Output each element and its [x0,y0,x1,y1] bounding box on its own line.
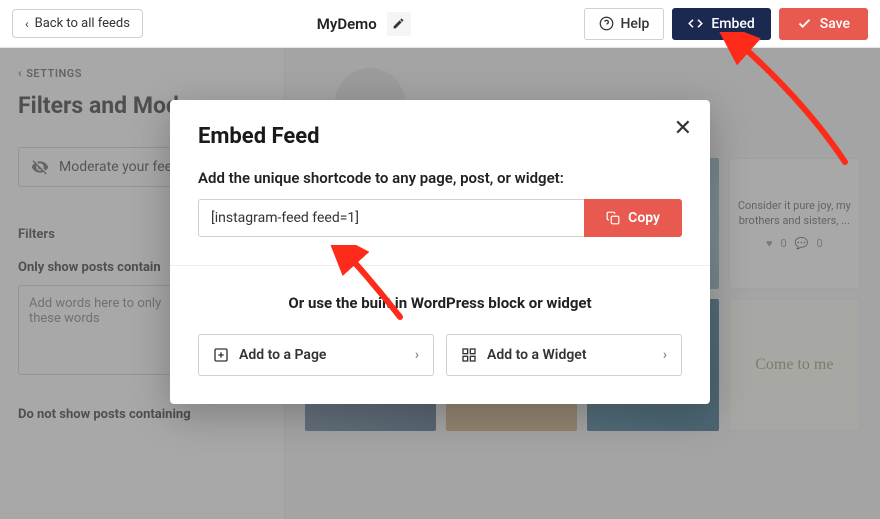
copy-button[interactable]: Copy [584,199,682,237]
page-plus-icon [213,347,229,363]
top-bar: ‹ Back to all feeds MyDemo Help Embed Sa… [0,0,880,48]
modal-subtitle: Add the unique shortcode to any page, po… [198,169,682,187]
chevron-left-icon: ‹ [25,17,29,31]
add-page-label: Add to a Page [239,347,326,363]
shortcode-row: Copy [198,199,682,237]
chevron-right-icon: › [415,347,419,363]
edit-title-button[interactable] [387,12,411,36]
modal-close-button[interactable]: ✕ [674,116,692,141]
embed-modal: ✕ Embed Feed Add the unique shortcode to… [170,100,710,404]
save-label: Save [820,16,850,32]
embed-label: Embed [711,16,754,32]
modal-or-text: Or use the built in WordPress block or w… [198,294,682,312]
back-label: Back to all feeds [35,16,130,31]
shortcode-input[interactable] [198,199,584,237]
top-actions: Help Embed Save [584,8,868,40]
copy-label: Copy [628,210,660,226]
help-button[interactable]: Help [584,8,664,40]
feed-title-wrap: MyDemo [143,12,584,36]
check-icon [797,16,812,31]
help-label: Help [620,16,649,32]
help-icon [599,16,614,31]
modal-divider [170,265,710,266]
save-button[interactable]: Save [779,8,868,40]
modal-actions: Add to a Page › Add to a Widget › [198,334,682,376]
pencil-icon [392,17,405,30]
modal-overlay: ✕ Embed Feed Add the unique shortcode to… [0,48,880,519]
back-to-feeds-button[interactable]: ‹ Back to all feeds [12,9,143,38]
add-to-widget-button[interactable]: Add to a Widget › [446,334,682,376]
feed-title: MyDemo [317,15,377,33]
embed-button[interactable]: Embed [672,8,770,40]
widget-icon [461,347,477,363]
add-to-page-button[interactable]: Add to a Page › [198,334,434,376]
copy-icon [606,211,620,225]
modal-title: Embed Feed [198,124,682,149]
close-icon: ✕ [674,116,692,141]
add-widget-label: Add to a Widget [487,347,587,363]
chevron-right-icon: › [663,347,667,363]
code-icon [688,16,703,31]
